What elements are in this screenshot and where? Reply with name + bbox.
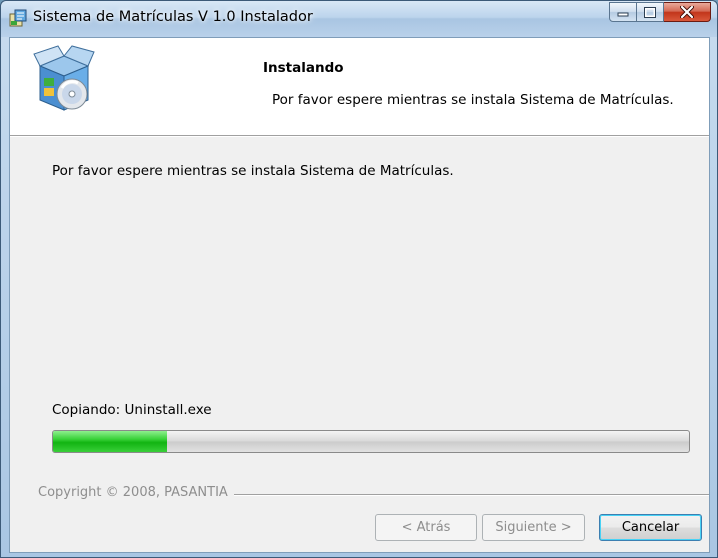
- progress-fill: [53, 431, 168, 452]
- copy-status-text: Copiando: Uninstall.exe: [52, 402, 212, 418]
- install-progress-bar: [52, 430, 690, 453]
- next-button[interactable]: Siguiente >: [482, 514, 585, 541]
- step-title: Instalando: [263, 60, 344, 76]
- cancel-button[interactable]: Cancelar: [599, 514, 702, 541]
- window-title: Sistema de Matrículas V 1.0 Instalador: [33, 9, 313, 25]
- installer-app-icon: [9, 9, 27, 27]
- step-subtitle: Por favor espere mientras se instala Sis…: [272, 92, 674, 108]
- caption-buttons: [609, 2, 711, 22]
- close-icon: [680, 6, 694, 18]
- installer-box-cd-icon: [33, 45, 95, 111]
- minimize-button[interactable]: [609, 2, 637, 22]
- install-description: Por favor espere mientras se instala Sis…: [52, 163, 454, 179]
- header-banner: Instalando Por favor espere mientras se …: [10, 38, 709, 135]
- close-button[interactable]: [664, 2, 711, 22]
- dialog-client-area: Instalando Por favor espere mientras se …: [9, 37, 710, 553]
- title-bar[interactable]: Sistema de Matrículas V 1.0 Instalador: [1, 1, 717, 37]
- maximize-icon: [644, 6, 656, 18]
- installer-window: Sistema de Matrículas V 1.0 Instalador I…: [0, 0, 718, 558]
- banner-divider-highlight: [10, 136, 709, 137]
- copyright-text: Copyright © 2008, PASANTIA: [38, 485, 234, 500]
- back-button[interactable]: < Atrás: [375, 514, 477, 541]
- maximize-button[interactable]: [637, 2, 664, 22]
- minimize-icon: [617, 12, 629, 17]
